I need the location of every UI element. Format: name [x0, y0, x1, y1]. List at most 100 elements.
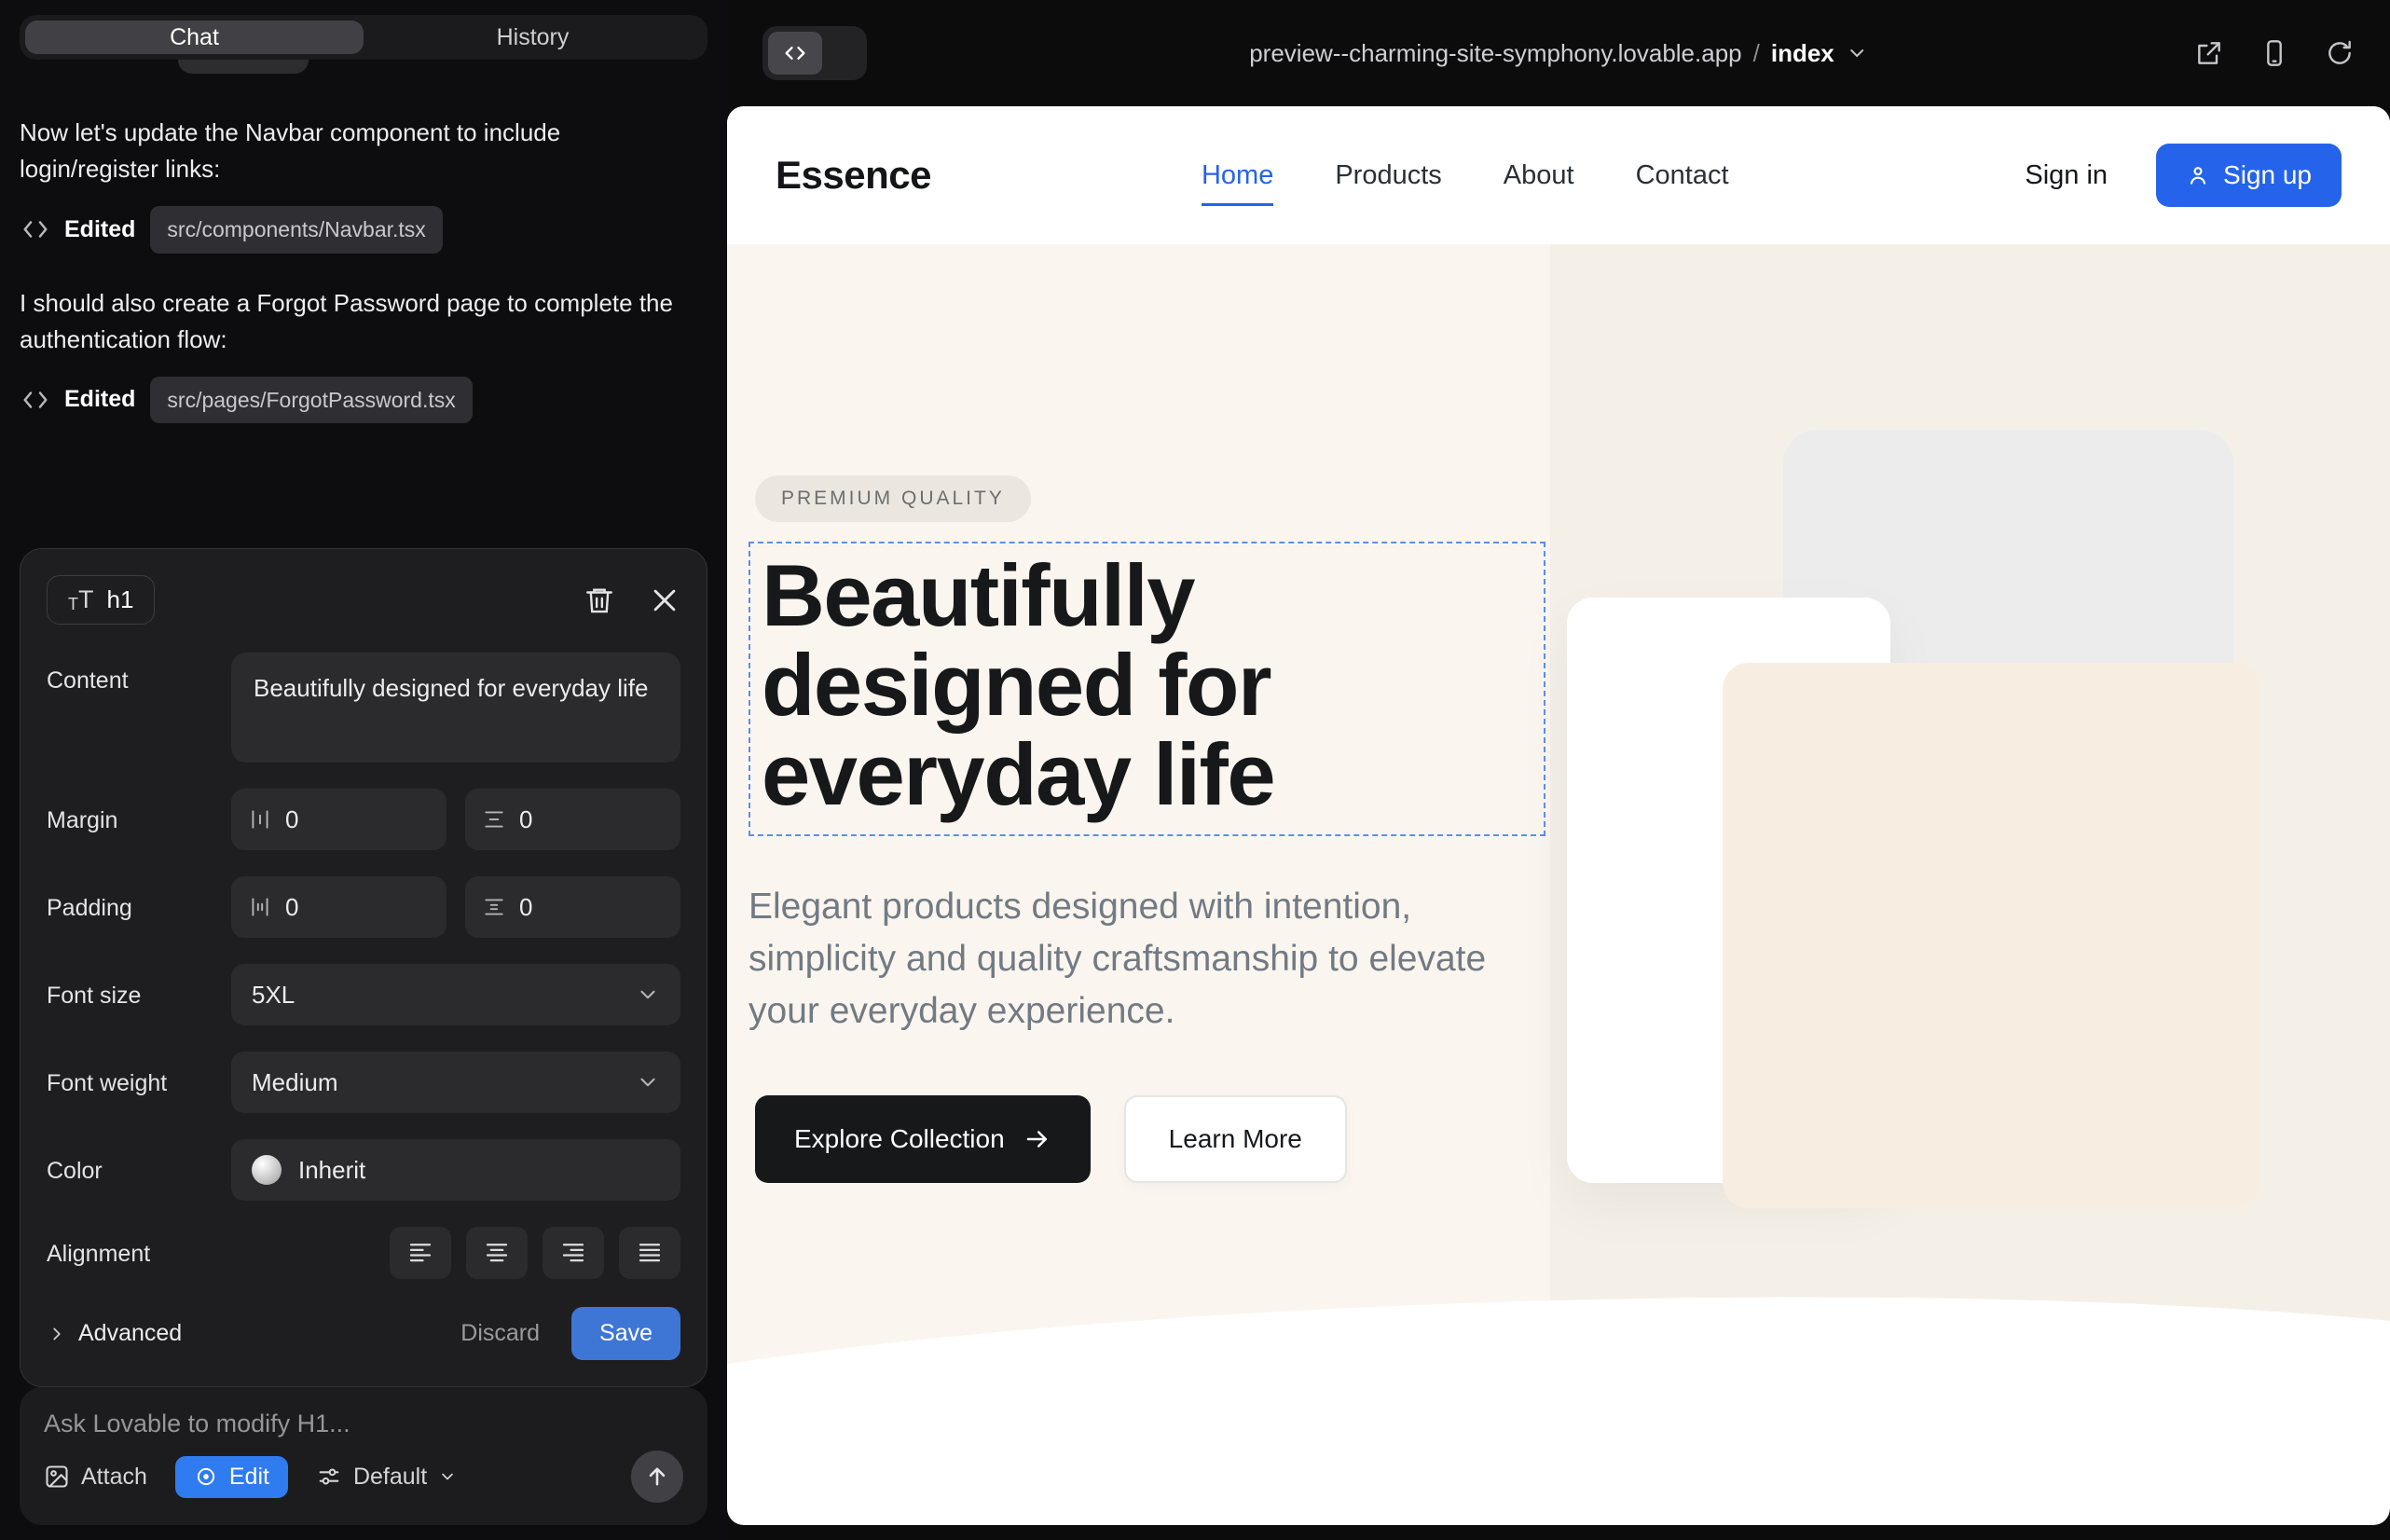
advanced-label: Advanced [78, 1320, 182, 1347]
sign-in-link[interactable]: Sign in [2025, 160, 2108, 191]
content-input[interactable]: Beautifully designed for everyday life [231, 653, 680, 763]
edited-label: Edited [64, 382, 135, 418]
user-icon [2186, 163, 2210, 187]
chat-composer: Attach Edit Default [20, 1387, 707, 1525]
save-button[interactable]: Save [571, 1307, 680, 1360]
color-select[interactable]: Inherit [231, 1139, 680, 1201]
font-weight-value: Medium [252, 1068, 337, 1097]
discard-button[interactable]: Discard [460, 1320, 540, 1347]
margin-y-field[interactable] [465, 789, 680, 850]
mobile-view-icon[interactable] [2260, 38, 2289, 68]
edit-mode-button[interactable]: Edit [175, 1456, 288, 1498]
align-right-icon [559, 1239, 587, 1267]
chevron-down-icon [636, 1070, 660, 1094]
trash-icon[interactable] [584, 584, 615, 616]
color-swatch [252, 1155, 282, 1185]
code-icon [21, 386, 49, 414]
file-chip[interactable]: src/components/Navbar.tsx [150, 206, 442, 254]
font-size-label: Font size [47, 981, 231, 1010]
nav-link-contact[interactable]: Contact [1636, 160, 1729, 191]
align-center-icon [483, 1239, 511, 1267]
code-view-toggle[interactable] [762, 26, 867, 80]
hero-headline[interactable]: Beautifully designed for everyday life [762, 551, 1536, 819]
send-button[interactable] [631, 1451, 683, 1503]
element-editor-panel: TT h1 Content Beautifully designed for e… [20, 548, 707, 1387]
padding-x-input[interactable] [285, 893, 430, 922]
element-tag-label: h1 [107, 585, 134, 614]
chevron-down-icon [636, 983, 660, 1007]
selected-element-tag[interactable]: TT h1 [47, 575, 155, 625]
chevron-right-icon [47, 1324, 67, 1344]
site-navbar: Essence Home Products About Contact Sign… [727, 106, 2390, 244]
arrow-right-icon [1023, 1125, 1051, 1153]
chat-messages: Now let's update the Navbar component to… [20, 115, 707, 455]
margin-vertical-icon [482, 807, 506, 832]
margin-x-field[interactable] [231, 789, 446, 850]
attach-image-icon [44, 1464, 70, 1490]
padding-x-field[interactable] [231, 876, 446, 938]
preview-url[interactable]: preview--charming-site-symphony.lovable.… [1249, 39, 1868, 68]
site-preview: Essence Home Products About Contact Sign… [727, 106, 2390, 1525]
attach-label: Attach [81, 1464, 147, 1491]
chat-message: I should also create a Forgot Password p… [20, 285, 681, 358]
code-icon [782, 40, 808, 66]
hero-bottom-curve [727, 1270, 2390, 1440]
padding-horizontal-icon [248, 895, 272, 919]
sign-up-button[interactable]: Sign up [2156, 144, 2342, 207]
preview-topbar: preview--charming-site-symphony.lovable.… [727, 0, 2390, 106]
color-label: Color [47, 1156, 231, 1185]
padding-y-field[interactable] [465, 876, 680, 938]
font-size-select[interactable]: 5XL [231, 964, 680, 1025]
tab-chat[interactable]: Chat [25, 21, 364, 54]
margin-label: Margin [47, 805, 231, 834]
font-weight-label: Font weight [47, 1068, 231, 1097]
align-center-button[interactable] [466, 1227, 528, 1279]
attach-button[interactable]: Attach [44, 1464, 147, 1491]
align-justify-icon [636, 1239, 664, 1267]
premium-quality-badge: PREMIUM QUALITY [755, 475, 1031, 522]
edited-file-row: Edited src/components/Navbar.tsx [21, 206, 707, 254]
chevron-down-icon [1846, 42, 1868, 64]
padding-label: Padding [47, 893, 231, 922]
sliders-icon [316, 1464, 342, 1490]
code-view-segment[interactable] [768, 32, 822, 75]
composer-input[interactable] [44, 1409, 683, 1451]
open-external-icon[interactable] [2194, 38, 2224, 68]
align-left-icon [406, 1239, 434, 1267]
align-left-button[interactable] [390, 1227, 451, 1279]
nav-link-about[interactable]: About [1504, 160, 1574, 191]
hero-subtext: Elegant products designed with intention… [749, 881, 1494, 1038]
url-separator: / [1753, 39, 1760, 68]
content-label: Content [47, 653, 231, 694]
padding-y-input[interactable] [519, 893, 664, 922]
margin-x-input[interactable] [285, 805, 430, 834]
learn-more-button[interactable]: Learn More [1124, 1095, 1347, 1183]
alignment-label: Alignment [47, 1239, 231, 1268]
font-size-icon: TT [68, 587, 94, 612]
edit-target-icon [194, 1464, 218, 1489]
chat-message: Now let's update the Navbar component to… [20, 115, 681, 187]
close-icon[interactable] [649, 584, 680, 616]
chevron-down-icon [438, 1467, 457, 1486]
edited-file-row: Edited src/pages/ForgotPassword.tsx [21, 377, 707, 424]
nav-link-products[interactable]: Products [1335, 160, 1441, 191]
explore-collection-button[interactable]: Explore Collection [755, 1095, 1091, 1183]
default-mode-select[interactable]: Default [316, 1464, 457, 1491]
selected-h1-outline[interactable]: Beautifully designed for everyday life [749, 542, 1545, 836]
hero-section: PREMIUM QUALITY Beautifully designed for… [727, 244, 2390, 1440]
refresh-icon[interactable] [2325, 38, 2355, 68]
tab-history[interactable]: History [364, 21, 702, 54]
site-logo[interactable]: Essence [776, 153, 931, 198]
font-size-value: 5XL [252, 981, 295, 1010]
font-weight-select[interactable]: Medium [231, 1052, 680, 1113]
margin-y-input[interactable] [519, 805, 664, 834]
align-justify-button[interactable] [619, 1227, 680, 1279]
edit-label: Edit [229, 1464, 269, 1491]
nav-link-home[interactable]: Home [1202, 160, 1273, 191]
align-right-button[interactable] [543, 1227, 604, 1279]
code-icon [21, 215, 49, 243]
sidebar-tabbar: Chat History [20, 15, 707, 60]
advanced-toggle[interactable]: Advanced [47, 1320, 182, 1347]
file-chip[interactable]: src/pages/ForgotPassword.tsx [150, 377, 472, 424]
arrow-up-icon [644, 1464, 670, 1490]
